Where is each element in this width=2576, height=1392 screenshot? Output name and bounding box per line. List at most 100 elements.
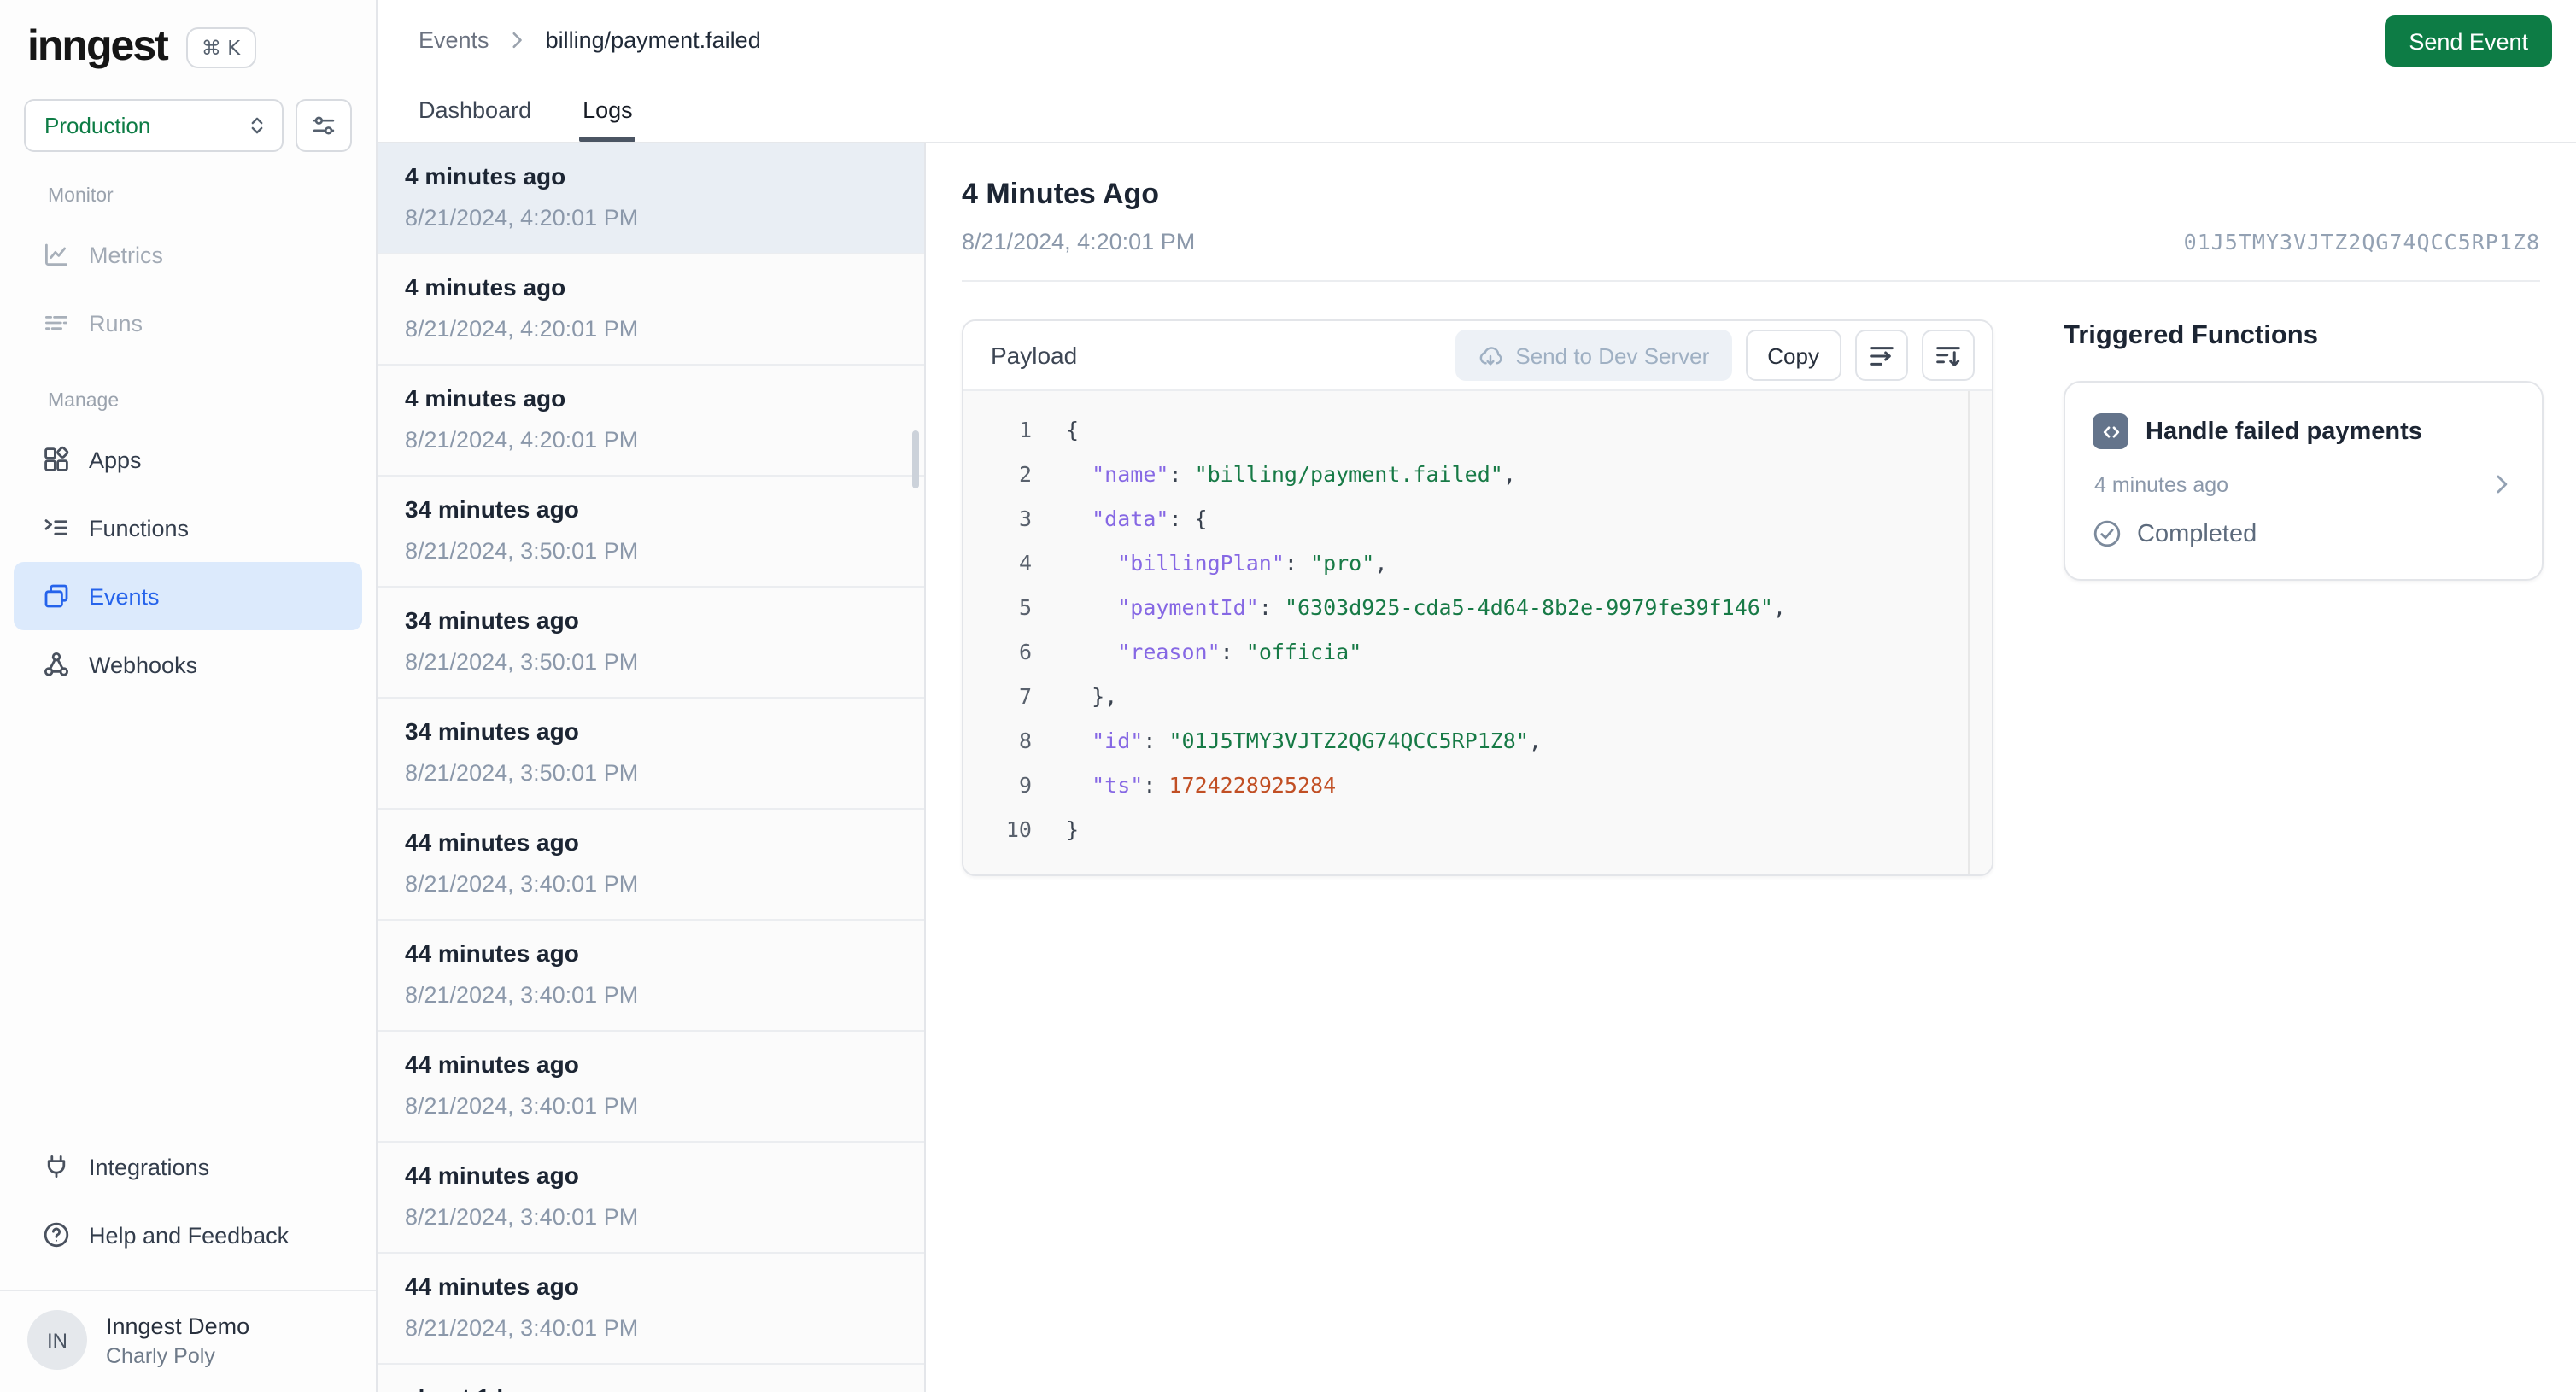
- event-id: 01J5TMY3VJTZ2QG74QCC5RP1Z8: [2183, 229, 2540, 254]
- scrollbar-thumb[interactable]: [912, 430, 919, 488]
- payload-code[interactable]: 1 { 2 "name": "billing/payment.failed", …: [963, 391, 1992, 874]
- payload-code-line: 1 {: [963, 406, 1992, 451]
- event-relative-time: 44 minutes ago: [405, 1272, 579, 1300]
- function-status: Completed: [2093, 519, 2515, 548]
- sidebar-item-label: Events: [89, 583, 160, 609]
- breadcrumb: Events billing/payment.failed: [378, 0, 2576, 53]
- copy-button[interactable]: Copy: [1745, 330, 1841, 381]
- code-content: "billingPlan": "pro",: [1117, 549, 1388, 575]
- event-list-item[interactable]: 4 minutes ago 8/21/2024, 4:20:01 PM: [378, 143, 924, 254]
- user-info: Inngest Demo Charly Poly: [106, 1313, 249, 1367]
- event-list-item[interactable]: 44 minutes ago 8/21/2024, 3:40:01 PM: [378, 810, 924, 921]
- scroll-to-bottom-button[interactable]: [1922, 330, 1975, 381]
- function-run-time: 4 minutes ago: [2094, 472, 2229, 496]
- function-code-icon: [2093, 413, 2128, 449]
- breadcrumb-events-link[interactable]: Events: [419, 27, 489, 53]
- event-list-item[interactable]: 4 minutes ago 8/21/2024, 4:20:01 PM: [378, 254, 924, 366]
- integrations-icon: [41, 1152, 70, 1181]
- sidebar-item-metrics[interactable]: Metrics: [14, 220, 362, 289]
- breadcrumb-current: billing/payment.failed: [545, 27, 761, 53]
- environment-selector[interactable]: Production: [24, 99, 284, 152]
- line-number: 5: [1018, 594, 1032, 619]
- sidebar-item-events[interactable]: Events: [14, 562, 362, 630]
- sidebar-footer-nav: Integrations Help and Feedback: [0, 1132, 376, 1269]
- send-event-button[interactable]: Send Event: [2385, 15, 2552, 67]
- code-content: "data": {: [1092, 505, 1208, 530]
- event-timestamp: 8/21/2024, 3:40:01 PM: [405, 1315, 639, 1341]
- event-relative-time: 34 minutes ago: [405, 606, 579, 634]
- chevron-right-icon[interactable]: [2489, 471, 2515, 497]
- environment-settings-button[interactable]: [296, 99, 352, 152]
- sidebar-item-label: Webhooks: [89, 652, 198, 677]
- event-list-item[interactable]: 34 minutes ago 8/21/2024, 3:50:01 PM: [378, 699, 924, 810]
- runs-icon: [41, 308, 70, 337]
- sidebar-item-label: Apps: [89, 447, 142, 472]
- event-detail-subrow: 8/21/2024, 4:20:01 PM 01J5TMY3VJTZ2QG74Q…: [962, 229, 2540, 254]
- payload-code-line: 9 "ts": 1724228925284: [963, 762, 1992, 806]
- line-number: 10: [1005, 816, 1032, 841]
- code-content: },: [1066, 682, 1118, 708]
- event-timestamp: 8/21/2024, 3:40:01 PM: [405, 1093, 639, 1119]
- tab-dashboard[interactable]: Dashboard: [419, 97, 531, 142]
- code-content: {: [1066, 416, 1080, 442]
- send-to-dev-server-button[interactable]: Send to Dev Server: [1455, 330, 1732, 381]
- payload-card: Payload Send to Dev Server Copy 1 {2 "n…: [962, 319, 1993, 876]
- word-wrap-button[interactable]: [1855, 330, 1908, 381]
- event-list-item[interactable]: 44 minutes ago 8/21/2024, 3:40:01 PM: [378, 1254, 924, 1365]
- payload-code-line: 10 }: [963, 806, 1992, 851]
- sidebar-item-label: Runs: [89, 310, 143, 336]
- metrics-icon: [41, 240, 70, 269]
- event-relative-time: 34 minutes ago: [405, 495, 579, 523]
- user-menu[interactable]: IN Inngest Demo Charly Poly: [0, 1290, 376, 1392]
- payload-header: Payload Send to Dev Server Copy: [963, 321, 1992, 391]
- event-list-item[interactable]: 34 minutes ago 8/21/2024, 3:50:01 PM: [378, 588, 924, 699]
- chevron-up-down-icon: [246, 114, 268, 137]
- event-list-item[interactable]: 44 minutes ago 8/21/2024, 3:40:01 PM: [378, 1032, 924, 1143]
- event-list-item[interactable]: 44 minutes ago 8/21/2024, 3:40:01 PM: [378, 921, 924, 1032]
- command-k-shortcut[interactable]: ⌘ K: [185, 26, 256, 67]
- content: 4 minutes ago 8/21/2024, 4:20:01 PM 4 mi…: [378, 143, 2576, 1392]
- payload-code-lines: 1 { 2 "name": "billing/payment.failed", …: [963, 406, 1992, 851]
- function-title-row: Handle failed payments: [2093, 413, 2515, 449]
- event-detail: 4 Minutes Ago 8/21/2024, 4:20:01 PM 01J5…: [926, 143, 2576, 1392]
- triggered-function-card[interactable]: Handle failed payments 4 minutes ago Com…: [2064, 381, 2544, 581]
- inngest-logo[interactable]: inngest: [27, 22, 169, 72]
- event-relative-time: about 1 hour ago: [405, 1383, 897, 1392]
- event-timestamp: 8/21/2024, 3:50:01 PM: [405, 538, 639, 564]
- event-list-item[interactable]: about 1 hour ago: [378, 1365, 924, 1392]
- function-name: Handle failed payments: [2146, 418, 2422, 445]
- payload-code-line: 8 "id": "01J5TMY3VJTZ2QG74QCC5RP1Z8",: [963, 717, 1992, 762]
- sidebar-item-functions[interactable]: Functions: [14, 494, 362, 562]
- inngest-app: inngest ⌘ K Production Monitor Metrics R…: [0, 0, 2576, 1392]
- event-list-item[interactable]: 4 minutes ago 8/21/2024, 4:20:01 PM: [378, 366, 924, 477]
- triggered-functions-title: Triggered Functions: [2064, 321, 2318, 350]
- sidebar-item-label: Functions: [89, 515, 190, 541]
- section-label: Monitor: [48, 186, 114, 207]
- sidebar-item-integrations[interactable]: Integrations: [14, 1132, 362, 1201]
- line-number: 1: [1018, 416, 1032, 442]
- event-relative-time: 34 minutes ago: [405, 717, 579, 745]
- sidebar-item-apps[interactable]: Apps: [14, 425, 362, 494]
- event-timestamp: 8/21/2024, 4:20:01 PM: [405, 205, 639, 231]
- payload-code-line: 7 },: [963, 673, 1992, 717]
- sidebar-nav: Monitor Metrics Runs Manage Apps Functio…: [0, 152, 376, 699]
- code-content: "ts": 1724228925284: [1092, 771, 1337, 797]
- tab-logs[interactable]: Logs: [579, 97, 637, 142]
- sidebar-item-runs[interactable]: Runs: [14, 289, 362, 357]
- event-detail-header: 4 Minutes Ago 8/21/2024, 4:20:01 PM 01J5…: [926, 143, 2576, 282]
- event-timestamp: 8/21/2024, 3:40:01 PM: [405, 871, 639, 897]
- line-number: 8: [1018, 727, 1032, 752]
- word-wrap-icon: [1867, 341, 1896, 370]
- event-timestamp: 8/21/2024, 3:40:01 PM: [405, 1204, 639, 1230]
- payload-code-line: 2 "name": "billing/payment.failed",: [963, 451, 1992, 495]
- line-number: 3: [1018, 505, 1032, 530]
- check-circle-icon: [2093, 519, 2122, 548]
- avatar: IN: [27, 1310, 87, 1370]
- event-list-item[interactable]: 44 minutes ago 8/21/2024, 3:40:01 PM: [378, 1143, 924, 1254]
- line-number: 6: [1018, 638, 1032, 664]
- code-content: "id": "01J5TMY3VJTZ2QG74QCC5RP1Z8",: [1092, 727, 1542, 752]
- event-list-item[interactable]: 34 minutes ago 8/21/2024, 3:50:01 PM: [378, 477, 924, 588]
- sidebar-item-webhooks[interactable]: Webhooks: [14, 630, 362, 699]
- event-timestamp: 8/21/2024, 4:20:01 PM: [405, 316, 639, 342]
- sidebar-item-help-and-feedback[interactable]: Help and Feedback: [14, 1201, 362, 1269]
